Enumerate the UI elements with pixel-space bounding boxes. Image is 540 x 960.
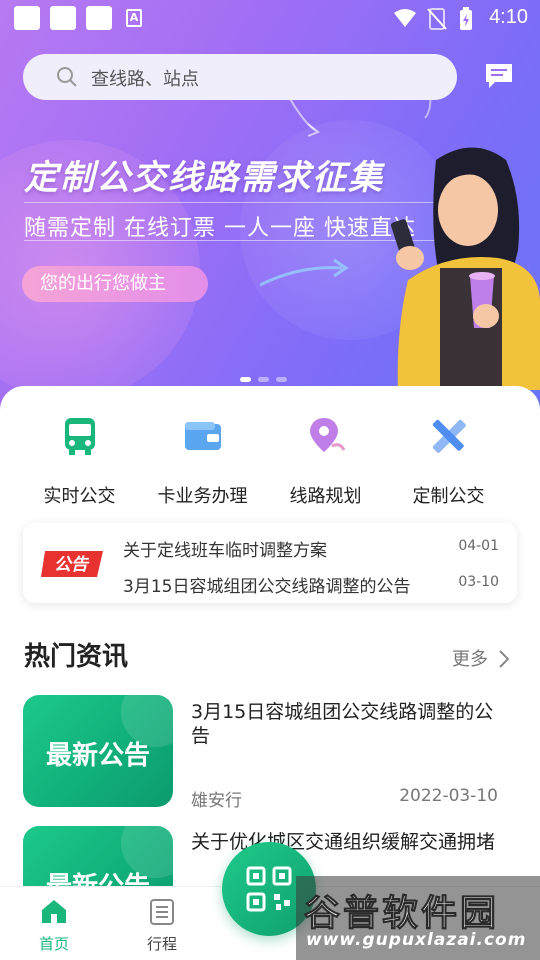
page-dot-active — [240, 377, 251, 382]
quick-action-custom-bus[interactable]: 定制公交 — [381, 416, 516, 508]
bus-icon — [64, 418, 95, 455]
app-notification-icon: A — [126, 9, 142, 27]
status-time: 4:10 — [489, 6, 528, 28]
quick-action-label: 线路规划 — [289, 486, 362, 507]
quick-action-label: 实时公交 — [43, 486, 116, 507]
woman-with-phone-illustration — [390, 147, 540, 390]
news-title[interactable]: 关于优化城区交通组织缓解交通拥堵 — [191, 830, 511, 854]
news-thumbnail[interactable]: 最新公告 — [23, 695, 173, 807]
quick-action-card-service[interactable]: 卡业务办理 — [135, 416, 270, 508]
nav-tab-label: 行程 — [146, 935, 177, 953]
chevron-right-icon[interactable] — [497, 649, 511, 669]
card-wallet-icon — [184, 422, 221, 450]
quick-action-realtime-bus[interactable]: 实时公交 — [12, 416, 147, 508]
qr-code-icon — [246, 866, 292, 912]
banner-page-indicator — [240, 367, 294, 386]
nav-tab-label: 首页 — [38, 935, 69, 953]
page-dot — [276, 377, 287, 382]
search-icon — [57, 67, 77, 87]
wifi-icon — [394, 9, 416, 27]
notice-item-date: 03-10 — [458, 574, 499, 590]
announcement-badge: 公告 — [41, 551, 103, 577]
status-bar: A 4:10 — [0, 0, 540, 38]
more-link[interactable]: 更多 — [452, 645, 488, 671]
notice-board[interactable]: 公告 关于定线班车临时调整方案 04-01 3月15日容城组团公交线路调整的公告… — [23, 523, 517, 603]
message-icon[interactable] — [483, 60, 515, 92]
quick-action-label: 卡业务办理 — [157, 486, 248, 507]
home-content: 实时公交 卡业务办理 线路规划 定制公交 公告 关于定线班车临时调整方案 04-… — [0, 386, 540, 938]
notification-icon — [14, 6, 40, 30]
quick-action-route-planning[interactable]: 线路规划 — [258, 416, 393, 508]
search-placeholder: 查线路、站点 — [91, 69, 199, 90]
section-title: 热门资讯 — [24, 642, 129, 672]
quick-action-label: 定制公交 — [412, 486, 485, 507]
nav-tab-home[interactable]: 首页 — [24, 897, 84, 954]
banner-slogan-pill: 您的出行您做主 — [22, 266, 208, 302]
notice-item-title[interactable]: 3月15日容城组团公交线路调整的公告 — [123, 572, 410, 597]
notification-icon — [50, 6, 76, 30]
notice-item-date: 04-01 — [458, 538, 499, 554]
home-icon — [42, 900, 66, 923]
notice-item-title[interactable]: 关于定线班车临时调整方案 — [123, 536, 327, 561]
promo-banner[interactable]: A 4:10 查线路、站点 定制公交线路需求征集 随需定制 在线订票 一人一座 … — [0, 0, 540, 410]
ruler-pencil-icon — [432, 419, 466, 453]
news-title[interactable]: 3月15日容城组团公交线路调整的公告 — [191, 700, 511, 748]
watermark-url: www.gupuxlazai.com — [306, 930, 527, 950]
route-pin-icon — [309, 418, 345, 452]
banner-title: 定制公交线路需求征集 — [24, 158, 384, 198]
system-status-icons — [392, 7, 482, 35]
watermark-text: 谷普软件园 — [303, 893, 500, 935]
page-dot — [258, 377, 269, 382]
site-watermark: 谷普软件园 www.gupuxlazai.com — [296, 876, 540, 960]
trip-list-icon — [150, 899, 174, 925]
notification-icon — [86, 6, 112, 30]
news-thumbnail-text: 最新公告 — [45, 741, 150, 771]
announcement-badge-label: 公告 — [54, 555, 90, 575]
news-date: 2022-03-10 — [399, 786, 498, 806]
banner-subtitle: 随需定制 在线订票 一人一座 快速直达 — [24, 216, 416, 241]
search-input[interactable]: 查线路、站点 — [23, 54, 457, 100]
nav-tab-trips[interactable]: 行程 — [132, 897, 192, 954]
news-source: 雄安行 — [191, 791, 242, 811]
